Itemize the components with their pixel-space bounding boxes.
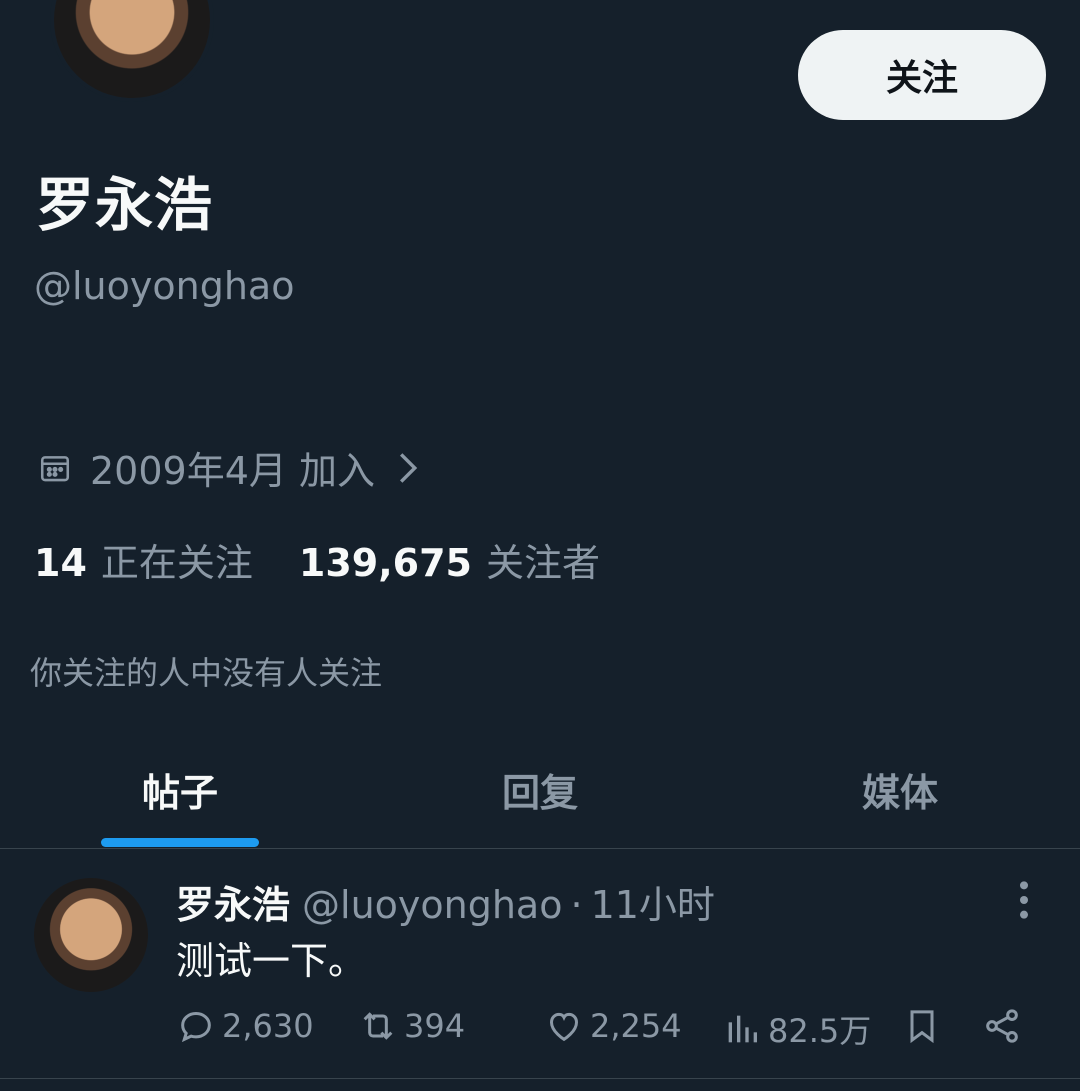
share-button[interactable]	[982, 1006, 1028, 1046]
tab-replies[interactable]: 回复	[360, 730, 720, 848]
joined-date-row[interactable]: 2009年4月 加入	[38, 440, 419, 495]
post-text: 测试一下。	[176, 939, 367, 983]
reply-button[interactable]: 2,630	[176, 1006, 314, 1046]
follow-stats: 14 正在关注 139,675 关注者	[34, 532, 600, 587]
post-actions: 2,630 394 2,254 82.5万	[176, 1006, 1036, 1054]
avatar-image	[54, 0, 210, 98]
reply-count: 2,630	[222, 1007, 314, 1045]
profile-display-name: 罗永浩	[36, 171, 214, 239]
post-header: 罗永浩 @luoyonghao · 11小时	[176, 874, 715, 929]
views-count: 82.5万	[768, 1012, 872, 1050]
following-link[interactable]: 14 正在关注	[34, 532, 253, 587]
bookmark-icon	[910, 1010, 934, 1044]
profile-tabs: 帖子 回复 媒体	[0, 730, 1080, 848]
post-author-name[interactable]: 罗永浩	[176, 874, 290, 929]
profile-page: 关注 罗永浩 @luoyonghao 2009年4月 加入 14 正在关注 13…	[0, 0, 1080, 1091]
reply-icon	[181, 1011, 211, 1043]
post-avatar-image	[34, 878, 148, 992]
joined-date-text: 2009年4月 加入	[90, 449, 375, 493]
following-label: 正在关注	[100, 541, 253, 585]
repost-count: 394	[404, 1007, 466, 1045]
tab-media[interactable]: 媒体	[720, 730, 1080, 848]
profile-avatar[interactable]	[50, 0, 214, 102]
like-button[interactable]: 2,254	[544, 1006, 682, 1046]
calendar-icon	[40, 455, 70, 481]
following-count: 14	[34, 541, 87, 585]
follow-button[interactable]: 关注	[798, 30, 1046, 120]
followers-label: 关注者	[485, 541, 600, 585]
followers-link[interactable]: 139,675 关注者	[299, 532, 600, 587]
tab-posts[interactable]: 帖子	[0, 730, 360, 848]
repost-button[interactable]: 394	[358, 1006, 465, 1046]
post-separator: ·	[570, 883, 583, 927]
mutual-followers-note: 你关注的人中没有人关注	[30, 654, 383, 692]
like-count: 2,254	[590, 1007, 682, 1045]
profile-handle: @luoyonghao	[34, 264, 295, 308]
post-avatar[interactable]	[34, 878, 148, 992]
views-chart-icon	[728, 1015, 757, 1043]
repost-icon	[363, 1012, 393, 1040]
tabs-divider	[0, 848, 1080, 849]
active-tab-indicator	[101, 838, 259, 847]
post-timestamp[interactable]: 11小时	[591, 874, 715, 929]
more-options-icon[interactable]	[1012, 880, 1036, 920]
followers-count: 139,675	[298, 541, 472, 585]
post-author-handle[interactable]: @luoyonghao	[302, 883, 562, 927]
views-button[interactable]: 82.5万	[722, 1006, 871, 1052]
chevron-right-icon	[399, 452, 418, 483]
bookmark-button[interactable]	[902, 1006, 948, 1046]
heart-icon	[549, 1012, 579, 1042]
share-icon	[986, 1009, 1018, 1043]
post-divider	[0, 1078, 1080, 1079]
